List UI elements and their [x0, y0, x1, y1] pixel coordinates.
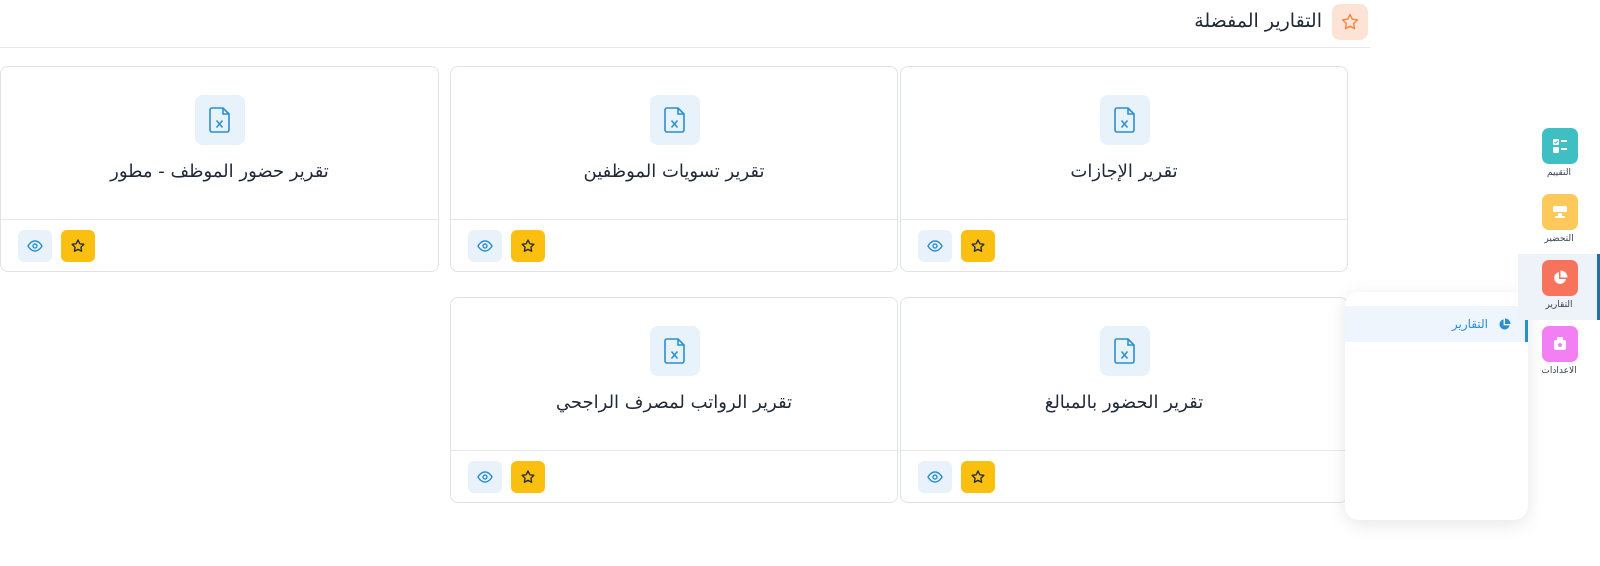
page-title: التقارير المفضلة — [1194, 10, 1322, 32]
pie-chart-icon — [1499, 317, 1511, 330]
report-title: تقرير الرواتب لمصرف الراجحي — [555, 392, 793, 413]
pie-chart-icon — [1542, 260, 1578, 296]
card-divider — [901, 450, 1347, 451]
star-icon — [971, 470, 985, 483]
view-report-button[interactable] — [918, 461, 952, 493]
excel-file-icon — [650, 95, 700, 145]
eye-icon — [27, 240, 43, 252]
attendance-icon — [1542, 194, 1578, 230]
report-title: تقرير تسويات الموظفين — [583, 161, 765, 182]
rail-item-settings[interactable]: الاعدادات — [1518, 320, 1600, 384]
card-divider — [901, 219, 1347, 220]
excel-file-icon — [1100, 326, 1150, 376]
report-title: تقرير الحضور بالمبالغ — [1044, 392, 1204, 413]
card-divider — [451, 450, 897, 451]
favorites-header: التقارير المفضلة — [0, 0, 1370, 48]
eye-icon — [927, 471, 943, 483]
favorites-star-icon — [1332, 4, 1368, 40]
report-title: تقرير حضور الموظف - مطور — [110, 161, 329, 182]
side-nav-rail: التقييم التحضير التقارير الاعدادات — [1518, 122, 1600, 392]
excel-file-icon — [195, 95, 245, 145]
favorite-toggle-button[interactable] — [961, 230, 995, 262]
rail-item-attendance[interactable]: التحضير — [1518, 188, 1600, 252]
card-divider — [1, 219, 438, 220]
reports-flyout-menu: التقارير — [1345, 292, 1528, 520]
excel-file-icon — [650, 326, 700, 376]
rail-item-evaluation[interactable]: التقييم — [1518, 122, 1600, 186]
favorite-toggle-button[interactable] — [61, 230, 95, 262]
rail-item-label: الاعدادات — [1541, 366, 1577, 376]
view-report-button[interactable] — [918, 230, 952, 262]
report-card: تقرير الحضور بالمبالغ — [900, 297, 1348, 503]
eye-icon — [477, 471, 493, 483]
excel-file-icon — [1100, 95, 1150, 145]
card-divider — [451, 219, 897, 220]
rail-item-label: التقارير — [1545, 300, 1573, 310]
flyout-item-label: التقارير — [1451, 317, 1488, 331]
report-title: تقرير الإجازات — [1070, 161, 1178, 182]
favorite-toggle-button[interactable] — [961, 461, 995, 493]
rail-item-label: التحضير — [1544, 234, 1574, 244]
favorites-panel: التقارير المفضلة تقرير الإجازات تقرير تس… — [0, 0, 1370, 540]
eye-icon — [477, 240, 493, 252]
star-icon — [521, 470, 535, 483]
report-card: تقرير الإجازات — [900, 66, 1348, 272]
settings-icon — [1542, 326, 1578, 362]
eye-icon — [927, 240, 943, 252]
evaluation-icon — [1542, 128, 1578, 164]
report-card: تقرير الرواتب لمصرف الراجحي — [450, 297, 898, 503]
favorite-toggle-button[interactable] — [511, 230, 545, 262]
report-card: تقرير حضور الموظف - مطور — [0, 66, 439, 272]
rail-item-label: التقييم — [1547, 168, 1571, 178]
flyout-item-reports[interactable]: التقارير — [1345, 306, 1528, 342]
report-card: تقرير تسويات الموظفين — [450, 66, 898, 272]
view-report-button[interactable] — [468, 461, 502, 493]
view-report-button[interactable] — [18, 230, 52, 262]
star-icon — [971, 239, 985, 252]
rail-item-reports[interactable]: التقارير — [1518, 254, 1600, 318]
view-report-button[interactable] — [468, 230, 502, 262]
star-icon — [521, 239, 535, 252]
favorite-toggle-button[interactable] — [511, 461, 545, 493]
star-icon — [71, 239, 85, 252]
